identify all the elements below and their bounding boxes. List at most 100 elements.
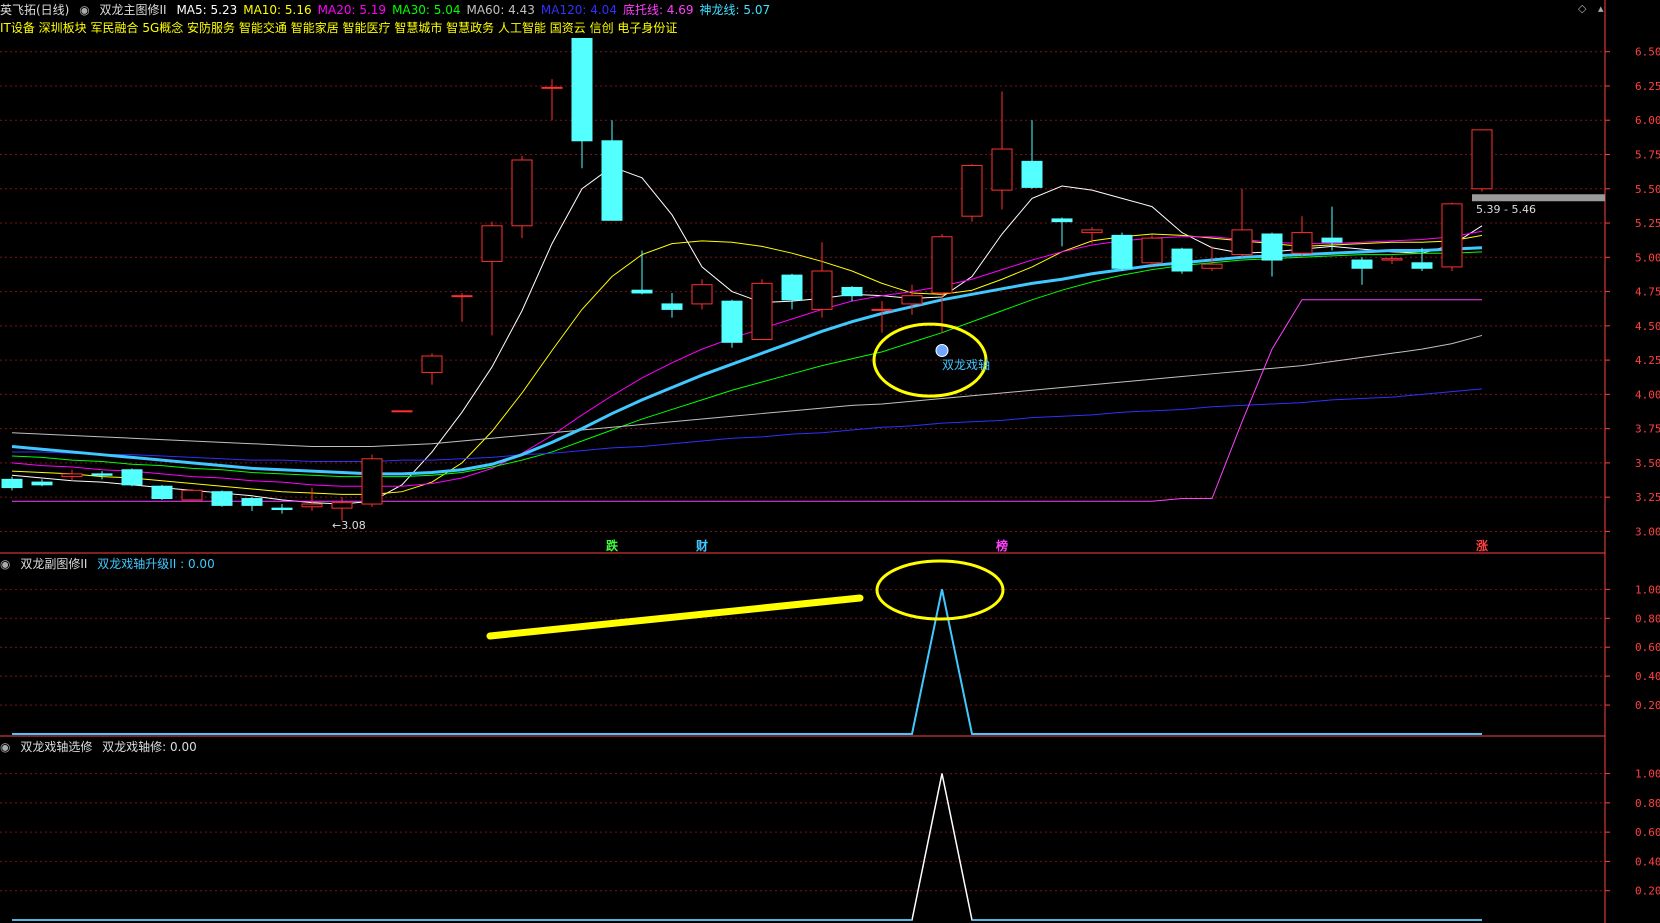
y-tick-label: 4.75 — [1635, 286, 1660, 299]
candle-body — [1321, 237, 1343, 243]
y-tick-label: 6.25 — [1635, 80, 1660, 93]
peak-highlight-circle — [875, 559, 1005, 621]
candle — [1171, 247, 1193, 274]
candle — [721, 299, 743, 348]
candle-body — [301, 503, 323, 508]
y-tick-label: 5.75 — [1635, 149, 1660, 162]
candle-body — [1171, 248, 1193, 272]
candle-body — [1, 478, 23, 489]
y-tick-label: 6.00 — [1635, 114, 1660, 127]
y-tick-label: 4.25 — [1635, 354, 1660, 367]
candle-body — [1471, 129, 1493, 190]
ma-legend-item: 神龙线: 5.07 — [699, 3, 771, 17]
candle — [91, 471, 113, 480]
ma-legend-item: MA60: 4.43 — [466, 3, 535, 17]
trend-highlight-stroke — [486, 594, 864, 640]
candle-body — [241, 498, 263, 506]
panel3-header: ◉ 双龙戏轴选修 双龙戏轴修: 0.00 — [0, 739, 203, 755]
chart-stage[interactable]: 6.50 6.25 6.00 5.75 5.50 5.25 5.00 4.75 4.50 4.25… — [0, 0, 1660, 923]
candle — [481, 221, 503, 336]
panel2-header: ◉ 双龙副图修II 双龙戏轴升级II : 0.00 — [0, 556, 221, 572]
y-tick-label: 5.50 — [1635, 183, 1660, 196]
candle-body — [871, 308, 893, 311]
candle-body — [961, 164, 983, 217]
y-tick-label: 0.20 — [1635, 885, 1660, 898]
candle — [1141, 235, 1163, 266]
candle — [1471, 129, 1493, 192]
main-header: 英飞拓(日线) ◉ 双龙主图修II MA5: 5.23 MA10: 5.16 MA2… — [0, 2, 782, 18]
candle — [1441, 202, 1463, 272]
collapse-icon[interactable]: ▴ — [1598, 2, 1604, 15]
candle-body — [91, 473, 113, 476]
panel2-toggle-icon[interactable]: ◉ — [0, 557, 10, 571]
candle-body — [211, 491, 233, 506]
candle — [511, 155, 533, 239]
candle-body — [601, 140, 623, 221]
candle — [1261, 232, 1283, 277]
candle-body — [481, 225, 503, 262]
candle-body — [181, 489, 203, 501]
candle-body — [931, 236, 953, 294]
candle — [991, 91, 1013, 210]
candle-body — [421, 355, 443, 373]
ma-line — [11, 334, 1483, 447]
y-tick-label: 0.40 — [1635, 855, 1660, 868]
candle — [361, 454, 383, 507]
y-tick-label: 3.75 — [1635, 423, 1660, 436]
ma-legend: MA5: 5.23 MA10: 5.16 MA20: 5.19 MA30: 5.04 M… — [176, 3, 776, 17]
candle-body — [121, 469, 143, 486]
indicator-name[interactable]: 双龙主图修II — [100, 3, 167, 17]
ma-legend-item: MA30: 5.04 — [392, 3, 461, 17]
candle — [421, 353, 443, 385]
candle-body — [391, 410, 413, 413]
y-tick-label: 0.40 — [1635, 670, 1660, 683]
y-tick-label: 5.25 — [1635, 217, 1660, 230]
ma-legend-item: MA20: 5.19 — [317, 3, 387, 17]
candle-body — [991, 148, 1013, 191]
signal-line — [12, 773, 1482, 921]
event-marker: 跌 — [606, 538, 619, 553]
candle — [121, 468, 143, 487]
candle-body — [901, 295, 923, 305]
ma-line — [11, 166, 1483, 505]
panel3-toggle-icon[interactable]: ◉ — [0, 740, 10, 754]
candle-body — [1141, 237, 1163, 264]
candle-body — [841, 286, 863, 297]
candle — [331, 497, 353, 521]
y-tick-label: 1.00 — [1635, 583, 1660, 596]
y-tick-label: 0.60 — [1635, 826, 1660, 839]
candle-body — [511, 159, 533, 227]
ma-legend-item: MA5: 5.23 — [176, 3, 238, 17]
candle — [1081, 227, 1103, 244]
ma-legend-item: 底托线: 4.69 — [622, 3, 694, 17]
y-tick-label: 5.00 — [1635, 251, 1660, 264]
panel3-title[interactable]: 双龙戏轴选修 — [20, 740, 92, 754]
candle — [1351, 257, 1373, 285]
candle-body — [1291, 232, 1313, 254]
candle — [841, 286, 863, 302]
y-tick-label: 0.80 — [1635, 612, 1660, 625]
candle-body — [541, 86, 563, 89]
candle — [301, 487, 323, 511]
y-tick-label: 3.25 — [1635, 491, 1660, 504]
event-marker: 榜 — [996, 538, 1008, 553]
chart-canvas[interactable]: 6.50 6.25 6.00 5.75 5.50 5.25 5.00 4.75 4.50 4.25… — [0, 0, 1660, 923]
y-tick-label: 3.50 — [1635, 457, 1660, 470]
candle — [391, 410, 413, 413]
panel2-title[interactable]: 双龙副图修II — [20, 557, 87, 571]
candle — [901, 284, 923, 315]
candle-body — [1351, 259, 1373, 269]
candle — [451, 292, 473, 322]
concept-line: IT设备 深圳板块 军民融合 5G概念 安防服务 智能交通 智能家居 智能医疗 … — [0, 21, 678, 35]
candle — [1111, 232, 1133, 272]
candle-body — [1081, 229, 1103, 234]
candle — [1291, 216, 1313, 258]
stock-name[interactable]: 英飞拓(日线) — [0, 3, 69, 17]
candle — [751, 279, 773, 341]
y-tick-label: 3.00 — [1635, 525, 1660, 538]
candle-body — [361, 458, 383, 505]
indicator-toggle-icon[interactable]: ◉ — [79, 3, 89, 17]
candle — [691, 279, 713, 310]
diamond-icon[interactable]: ◇ — [1578, 2, 1586, 15]
candle — [151, 484, 173, 500]
